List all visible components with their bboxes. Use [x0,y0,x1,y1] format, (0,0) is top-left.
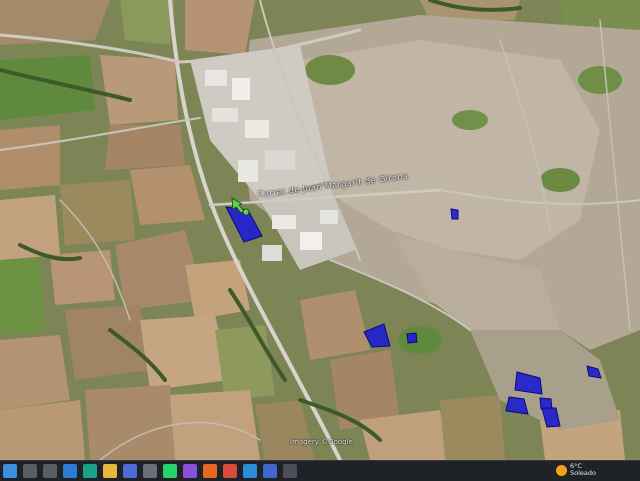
folder-icon[interactable] [103,464,117,478]
photos-icon[interactable] [63,464,77,478]
edge-icon[interactable] [83,464,97,478]
taskbar-pinned-apps [0,464,300,478]
system-tray: 6°C Soleado [556,463,636,477]
weather-condition: Soleado [570,469,596,477]
task-view-icon[interactable] [43,464,57,478]
s-letter-icon[interactable] [243,464,257,478]
a-triangle-icon[interactable] [263,464,277,478]
map-imagery [0,0,640,460]
windows-logo-icon[interactable] [3,464,17,478]
parcel-2[interactable] [450,208,459,220]
chrome-icon[interactable] [223,464,237,478]
satellite-map[interactable]: Carrer de Joan Margarit de Girona Imager… [0,0,640,460]
store-icon[interactable] [123,464,137,478]
save-icon[interactable] [143,464,157,478]
weather-widget[interactable]: 6°C Soleado [556,463,596,477]
parcel-8[interactable] [539,397,553,410]
screen-icon[interactable] [283,464,297,478]
media-icon[interactable] [183,464,197,478]
sun-icon [556,464,567,476]
imagery-credit: Imagery ©Google [290,438,353,446]
parcel-4[interactable] [406,332,418,344]
firefox-icon[interactable] [203,464,217,478]
whatsapp-icon[interactable] [163,464,177,478]
windows-taskbar: 6°C Soleado [0,460,640,481]
search-icon[interactable] [23,464,37,478]
